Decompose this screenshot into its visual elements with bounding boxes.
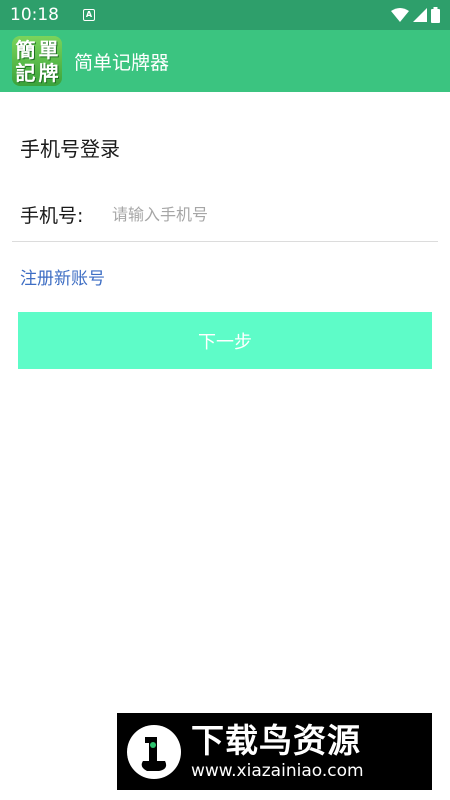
logo-char: 牌: [38, 60, 59, 85]
status-bar: 10:18 A: [0, 0, 450, 30]
cellular-signal-icon: [413, 8, 427, 22]
notification-icon: A: [83, 9, 95, 21]
watermark-url: www.xiazainiao.com: [191, 760, 364, 781]
status-time: 10:18: [10, 5, 59, 25]
watermark-banner: 下载鸟资源 www.xiazainiao.com: [117, 713, 432, 790]
app-title: 简单记牌器: [74, 51, 170, 74]
logo-char: 單: [38, 37, 59, 62]
bird-logo-icon: [127, 724, 181, 779]
wifi-icon: [391, 8, 409, 22]
watermark-brand: 下载鸟资源: [191, 720, 361, 760]
register-new-account-link[interactable]: 注册新账号: [20, 264, 105, 289]
watermark-text: 下载鸟资源 www.xiazainiao.com: [191, 720, 364, 782]
battery-icon: [431, 7, 440, 23]
page-title: 手机号登录: [20, 137, 120, 161]
logo-char: 簡: [15, 37, 36, 62]
app-logo: 簡 單 記 牌: [12, 36, 62, 86]
status-icons: [391, 7, 440, 23]
phone-label: 手机号:: [20, 205, 84, 227]
phone-field-row: 手机号:: [12, 188, 438, 242]
logo-char: 記: [15, 60, 36, 85]
phone-input[interactable]: [112, 205, 412, 224]
next-step-button[interactable]: 下一步: [18, 312, 432, 369]
app-bar: 簡 單 記 牌 简单记牌器: [0, 30, 450, 92]
